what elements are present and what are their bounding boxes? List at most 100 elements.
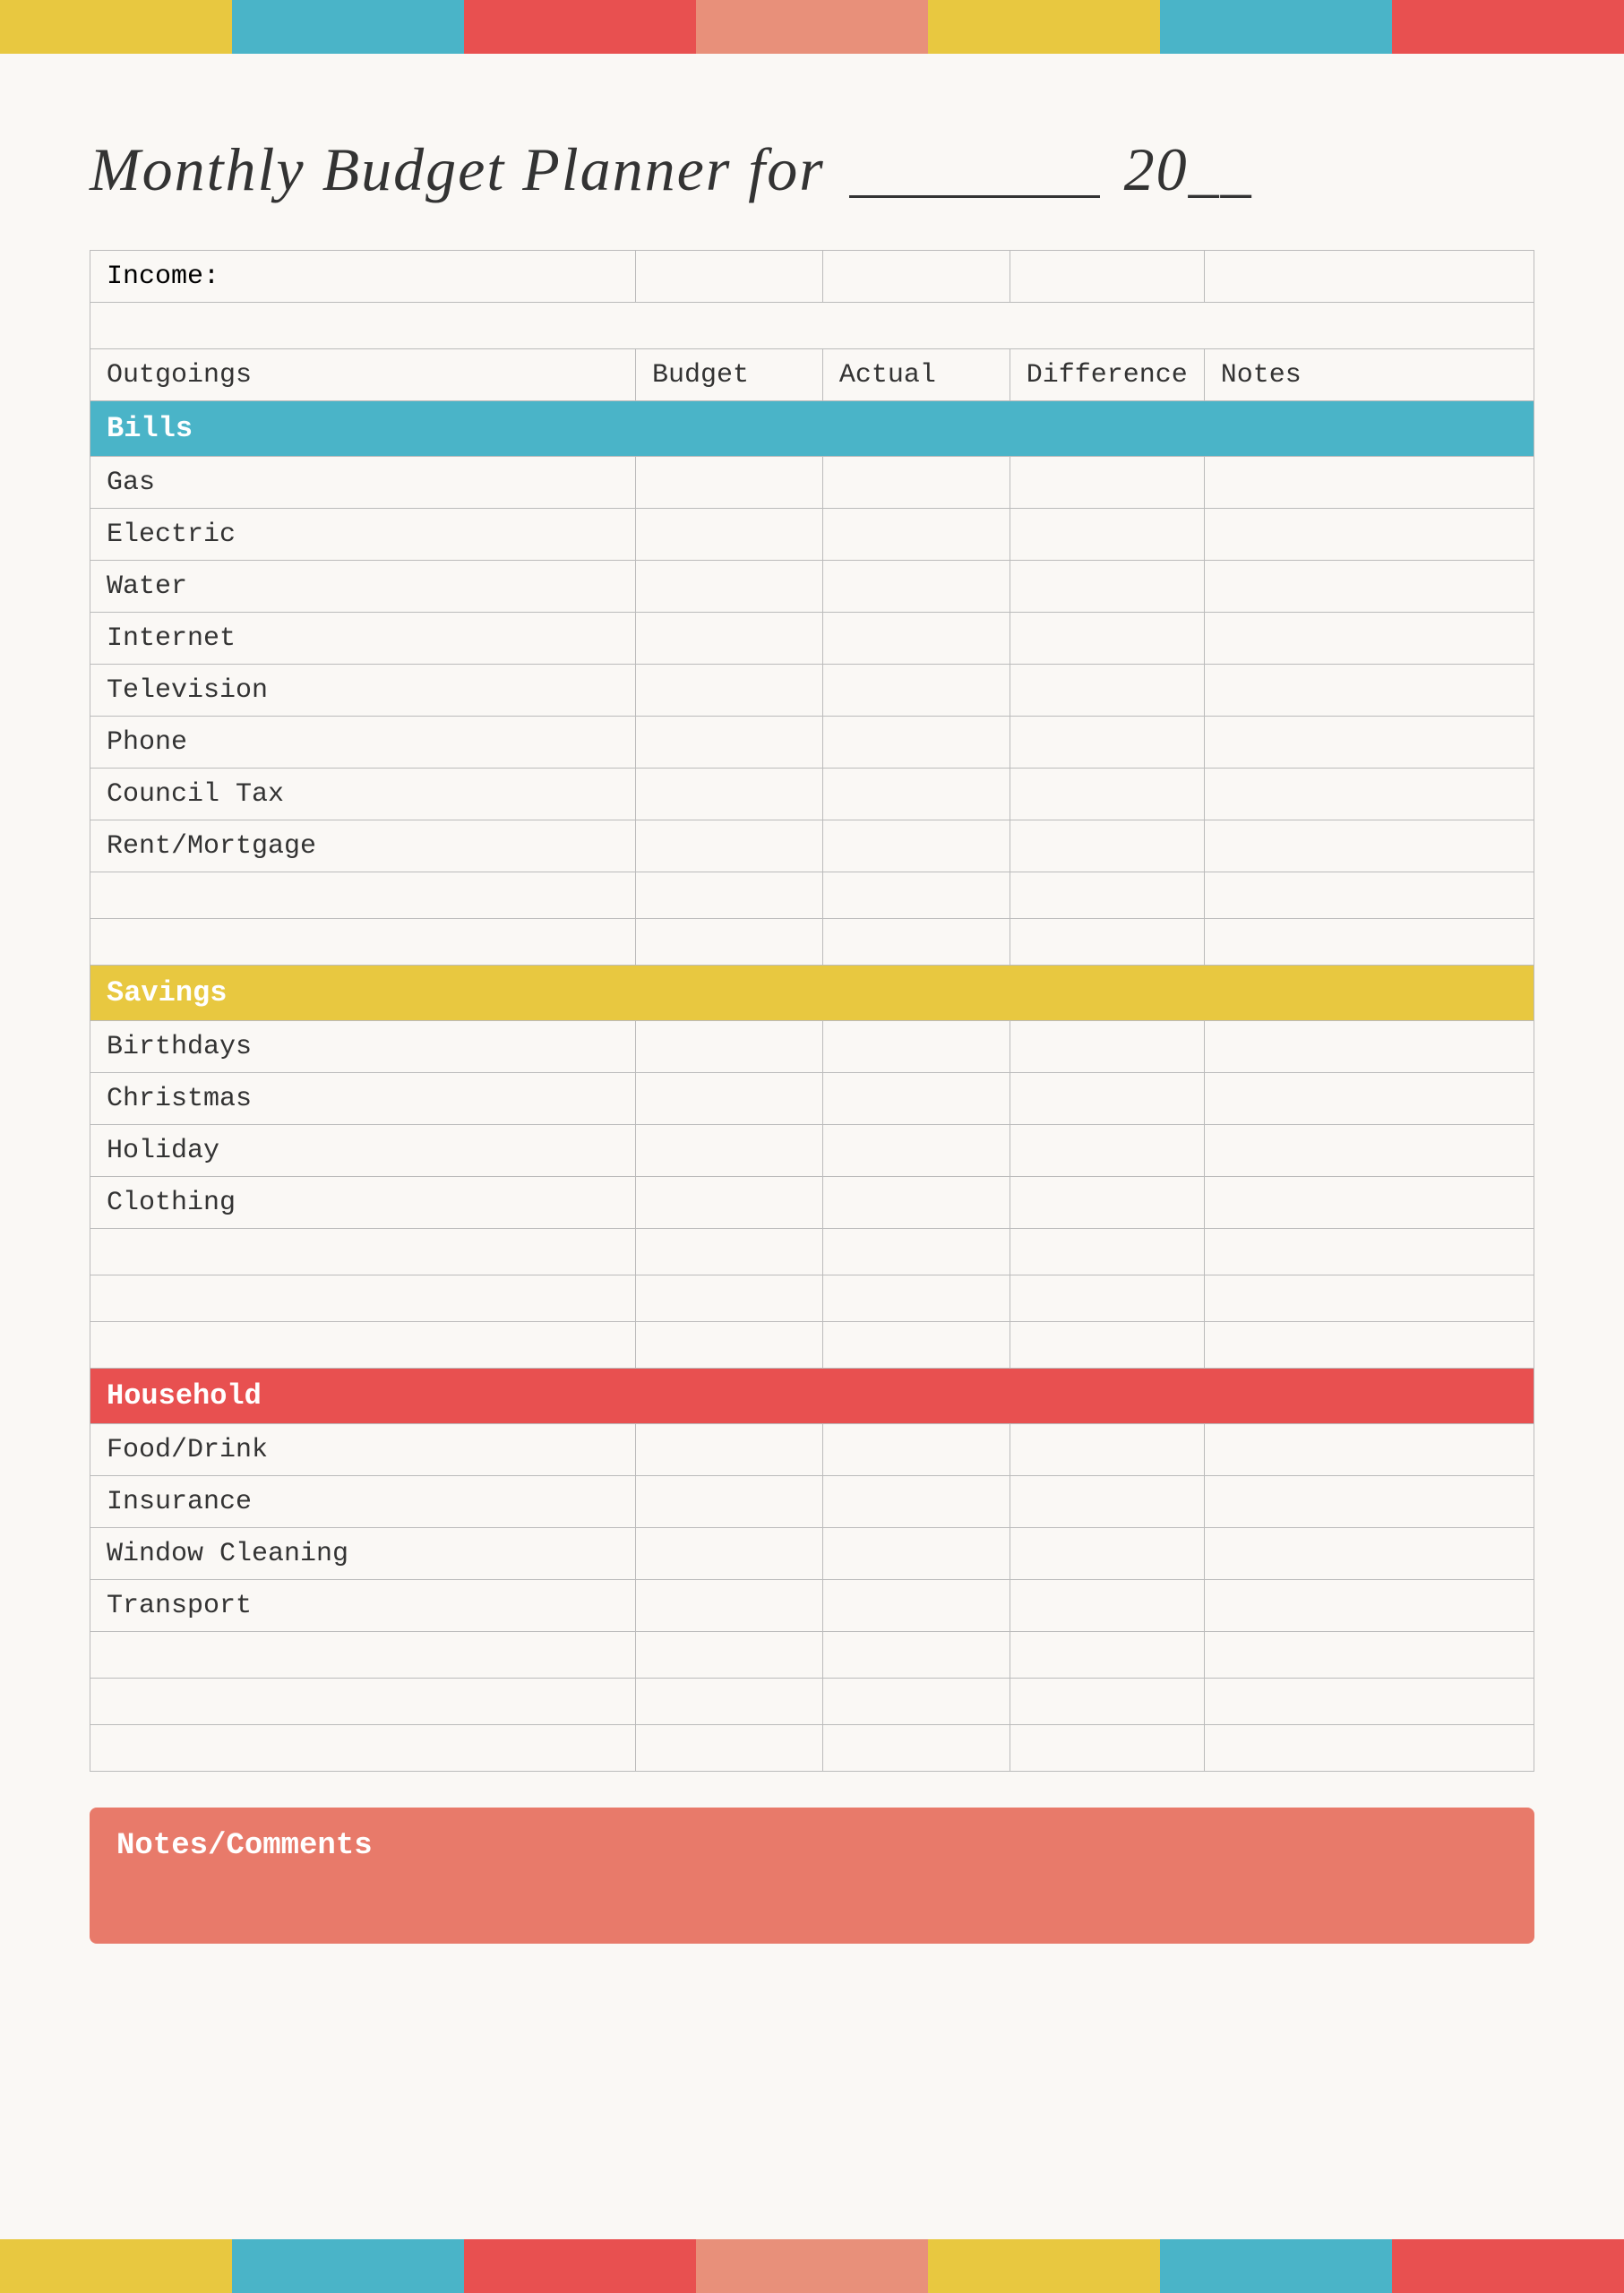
row-label: Council Tax xyxy=(90,769,636,820)
savings-label: Savings xyxy=(90,966,1534,1021)
bottom-bar-segment-red2 xyxy=(1392,2239,1624,2293)
row-actual xyxy=(822,1073,1010,1125)
row-budget xyxy=(635,1021,822,1073)
row-notes xyxy=(1204,613,1534,665)
row-budget xyxy=(635,561,822,613)
row-notes xyxy=(1204,457,1534,509)
table-row: Food/Drink xyxy=(90,1424,1534,1476)
row-label: Phone xyxy=(90,717,636,769)
table-row: Birthdays xyxy=(90,1021,1534,1073)
row-label: Electric xyxy=(90,509,636,561)
table-row: Gas xyxy=(90,457,1534,509)
income-label: Income: xyxy=(90,251,636,303)
row-difference xyxy=(1010,1476,1204,1528)
table-row: Window Cleaning xyxy=(90,1528,1534,1580)
row-notes xyxy=(1204,561,1534,613)
row-actual xyxy=(822,1125,1010,1177)
row-budget xyxy=(635,1528,822,1580)
top-bar-segment-red2 xyxy=(1392,0,1624,54)
row-actual xyxy=(822,457,1010,509)
table-row: Insurance xyxy=(90,1476,1534,1528)
table-row: Christmas xyxy=(90,1073,1534,1125)
table-row: Internet xyxy=(90,613,1534,665)
top-bar-segment-yellow xyxy=(0,0,232,54)
col-budget: Budget xyxy=(635,349,822,401)
bills-section-header: Bills xyxy=(90,401,1534,457)
row-actual xyxy=(822,613,1010,665)
income-budget xyxy=(635,251,822,303)
table-row: Television xyxy=(90,665,1534,717)
top-bar-segment-yellow2 xyxy=(928,0,1160,54)
row-budget xyxy=(635,1476,822,1528)
row-notes xyxy=(1204,820,1534,872)
income-row: Income: xyxy=(90,251,1534,303)
bottom-bar-segment-yellow2 xyxy=(928,2239,1160,2293)
row-label: Holiday xyxy=(90,1125,636,1177)
table-row xyxy=(90,919,1534,966)
row-difference xyxy=(1010,457,1204,509)
row-label: Insurance xyxy=(90,1476,636,1528)
bottom-bar-segment-yellow xyxy=(0,2239,232,2293)
row-notes xyxy=(1204,1021,1534,1073)
notes-title: Notes/Comments xyxy=(116,1829,1508,1863)
column-header-row: Outgoings Budget Actual Difference Notes xyxy=(90,349,1534,401)
table-row: Rent/Mortgage xyxy=(90,820,1534,872)
row-budget xyxy=(635,1177,822,1229)
row-budget xyxy=(635,509,822,561)
table-row: Phone xyxy=(90,717,1534,769)
table-row: Council Tax xyxy=(90,769,1534,820)
row-difference xyxy=(1010,561,1204,613)
row-notes xyxy=(1204,769,1534,820)
row-budget xyxy=(635,820,822,872)
row-difference xyxy=(1010,665,1204,717)
row-label: Gas xyxy=(90,457,636,509)
row-budget xyxy=(635,613,822,665)
row-actual xyxy=(822,1021,1010,1073)
row-budget xyxy=(635,1580,822,1632)
row-budget xyxy=(635,1073,822,1125)
row-difference xyxy=(1010,769,1204,820)
row-budget xyxy=(635,1424,822,1476)
row-label: Window Cleaning xyxy=(90,1528,636,1580)
col-notes: Notes xyxy=(1204,349,1534,401)
row-notes xyxy=(1204,509,1534,561)
row-difference xyxy=(1010,717,1204,769)
table-row: Electric xyxy=(90,509,1534,561)
row-label: Transport xyxy=(90,1580,636,1632)
table-row: Holiday xyxy=(90,1125,1534,1177)
income-actual xyxy=(822,251,1010,303)
row-actual xyxy=(822,1476,1010,1528)
top-bar-segment-salmon xyxy=(696,0,928,54)
row-difference xyxy=(1010,509,1204,561)
row-actual xyxy=(822,769,1010,820)
row-difference xyxy=(1010,1424,1204,1476)
row-label: Birthdays xyxy=(90,1021,636,1073)
title-underline xyxy=(849,195,1100,198)
page: Monthly Budget Planner for 20__ Income: … xyxy=(0,0,1624,2293)
row-actual xyxy=(822,1528,1010,1580)
row-label: Television xyxy=(90,665,636,717)
table-row xyxy=(90,1679,1534,1725)
row-difference xyxy=(1010,1021,1204,1073)
row-difference xyxy=(1010,820,1204,872)
row-notes xyxy=(1204,1580,1534,1632)
row-difference xyxy=(1010,1177,1204,1229)
table-row xyxy=(90,1322,1534,1369)
table-row xyxy=(90,872,1534,919)
row-budget xyxy=(635,457,822,509)
top-bar-segment-teal xyxy=(232,0,464,54)
income-difference xyxy=(1010,251,1204,303)
row-actual xyxy=(822,820,1010,872)
table-row xyxy=(90,1725,1534,1772)
table-row: Clothing xyxy=(90,1177,1534,1229)
budget-table: Income: Outgoings Budget Actual Differen… xyxy=(90,250,1534,1772)
row-notes xyxy=(1204,1073,1534,1125)
row-actual xyxy=(822,561,1010,613)
row-difference xyxy=(1010,613,1204,665)
household-section-header: Household xyxy=(90,1369,1534,1424)
row-notes xyxy=(1204,1476,1534,1528)
row-label: Water xyxy=(90,561,636,613)
title-year: 20__ xyxy=(1124,135,1253,203)
table-row xyxy=(90,1632,1534,1679)
row-actual xyxy=(822,717,1010,769)
